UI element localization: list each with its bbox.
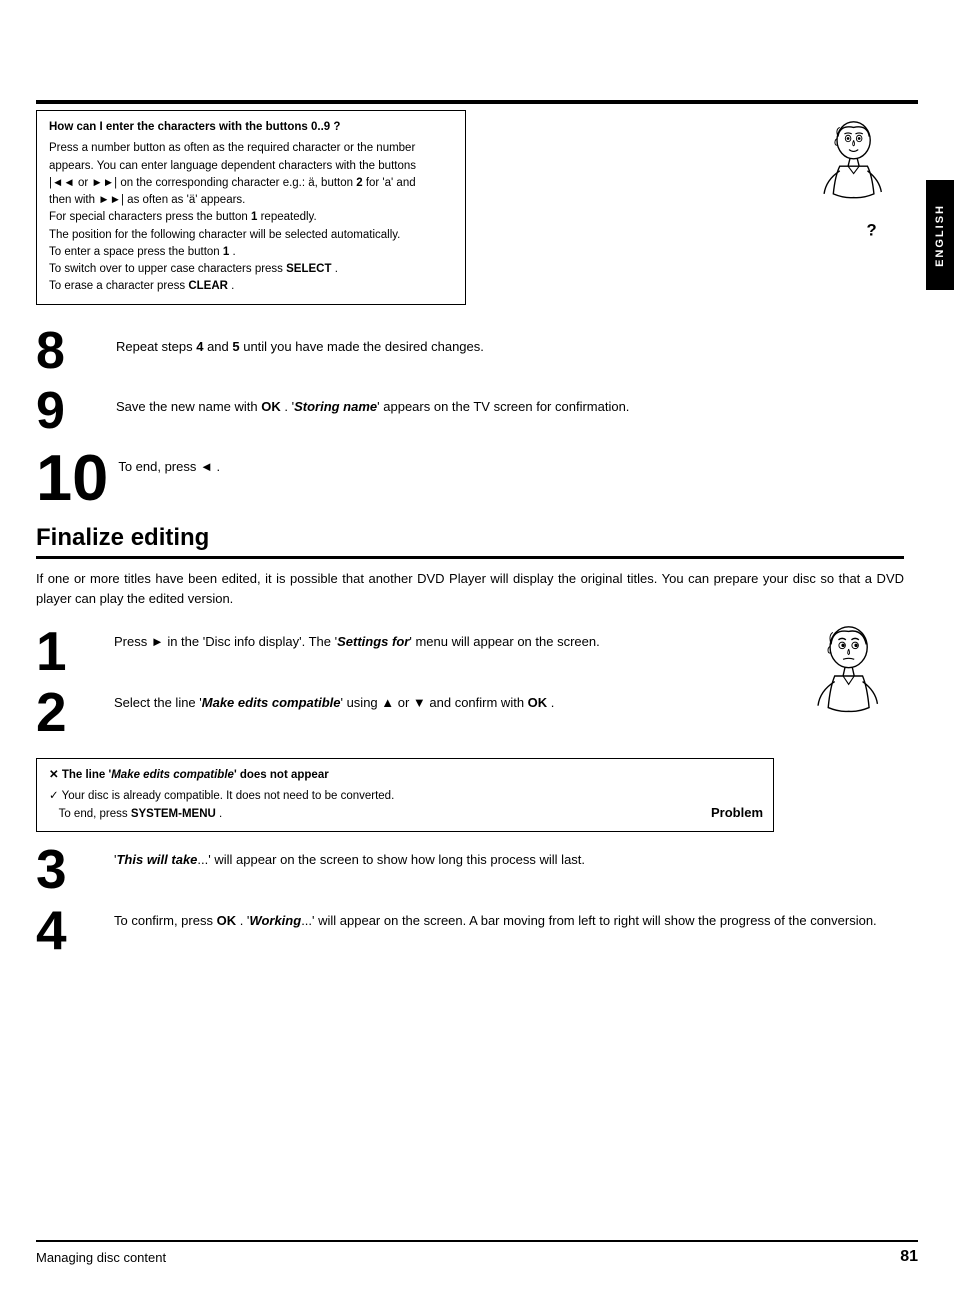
step-8-num: 8 bbox=[36, 325, 106, 377]
finalize-steps-1-2-text: 1 Press ► in the 'Disc info display'. Th… bbox=[36, 624, 784, 754]
section-desc: If one or more titles have been edited, … bbox=[36, 569, 904, 611]
finalize-step-2-text: Select the line 'Make edits compatible' … bbox=[106, 685, 784, 713]
info-box-line4: then with ►►| as often as 'ä' appears. bbox=[49, 192, 453, 209]
step-9-text: Save the new name with OK . 'Storing nam… bbox=[106, 385, 904, 417]
finalize-section: 1 Press ► in the 'Disc info display'. Th… bbox=[36, 624, 904, 964]
problem-box-title: ✕ The line 'Make edits compatible' does … bbox=[49, 767, 761, 784]
english-label: ENGLISH bbox=[934, 204, 946, 267]
step-8: 8 Repeat steps 4 and 5 until you have ma… bbox=[36, 325, 904, 377]
info-box: How can I enter the characters with the … bbox=[36, 110, 466, 305]
finalize-step-3-num: 3 bbox=[36, 842, 106, 897]
top-bar bbox=[36, 100, 918, 104]
finalize-step-1: 1 Press ► in the 'Disc info display'. Th… bbox=[36, 624, 784, 679]
bottom-bar: Managing disc content 81 bbox=[36, 1240, 918, 1266]
person-illustration-right bbox=[784, 624, 904, 754]
finalize-step-3-text: 'This will take...' will appear on the s… bbox=[106, 842, 904, 870]
info-box-line3: |◄◄ or ►►| on the corresponding characte… bbox=[49, 175, 453, 192]
finalize-step-2: 2 Select the line 'Make edits compatible… bbox=[36, 685, 784, 740]
main-content: How can I enter the characters with the … bbox=[36, 110, 904, 1242]
finalize-step-1-text: Press ► in the 'Disc info display'. The … bbox=[106, 624, 784, 652]
svg-text:?: ? bbox=[867, 220, 877, 239]
step-8-text: Repeat steps 4 and 5 until you have made… bbox=[106, 325, 904, 357]
finalize-step-2-num: 2 bbox=[36, 685, 106, 740]
finalize-step-4-num: 4 bbox=[36, 903, 106, 958]
finalize-step-1-num: 1 bbox=[36, 624, 106, 679]
steps-8-9-10: 8 Repeat steps 4 and 5 until you have ma… bbox=[36, 325, 904, 510]
person-illustration-top: ? bbox=[794, 110, 904, 240]
problem-box-line1: ✓ Your disc is already compatible. It do… bbox=[49, 788, 761, 805]
info-box-line1: Press a number button as often as the re… bbox=[49, 140, 453, 157]
footer-right: 81 bbox=[900, 1248, 918, 1266]
info-box-line7: To enter a space press the button 1 . bbox=[49, 244, 453, 261]
problem-box: ✕ The line 'Make edits compatible' does … bbox=[36, 758, 774, 832]
finalize-steps-1-2-row: 1 Press ► in the 'Disc info display'. Th… bbox=[36, 624, 904, 754]
problem-label: Problem bbox=[711, 803, 763, 823]
english-tab: ENGLISH bbox=[926, 180, 954, 290]
section-heading: Finalize editing bbox=[36, 524, 904, 559]
info-box-question: How can I enter the characters with the … bbox=[49, 119, 453, 136]
person-svg-right bbox=[794, 624, 894, 754]
step-10-text: To end, press ◄ . bbox=[108, 445, 904, 477]
finalize-step-3: 3 'This will take...' will appear on the… bbox=[36, 842, 904, 897]
footer-left: Managing disc content bbox=[36, 1250, 166, 1265]
info-box-line8: To switch over to upper case characters … bbox=[49, 261, 453, 278]
step-9-num: 9 bbox=[36, 385, 106, 437]
info-box-line2: appears. You can enter language dependen… bbox=[49, 158, 453, 175]
step-10-num: 10 bbox=[36, 445, 108, 510]
finalize-step-4-text: To confirm, press OK . 'Working...' will… bbox=[106, 903, 904, 931]
problem-box-line2: To end, press SYSTEM-MENU . bbox=[49, 806, 761, 823]
info-box-line6: The position for the following character… bbox=[49, 227, 453, 244]
finalize-steps-left: 1 Press ► in the 'Disc info display'. Th… bbox=[36, 624, 904, 964]
person-svg-top: ? bbox=[804, 120, 894, 240]
info-box-line9: To erase a character press CLEAR . bbox=[49, 278, 453, 295]
intro-section: How can I enter the characters with the … bbox=[36, 110, 904, 315]
step-10: 10 To end, press ◄ . bbox=[36, 445, 904, 510]
info-box-line5: For special characters press the button … bbox=[49, 209, 453, 226]
step-9: 9 Save the new name with OK . 'Storing n… bbox=[36, 385, 904, 437]
finalize-step-4: 4 To confirm, press OK . 'Working...' wi… bbox=[36, 903, 904, 958]
